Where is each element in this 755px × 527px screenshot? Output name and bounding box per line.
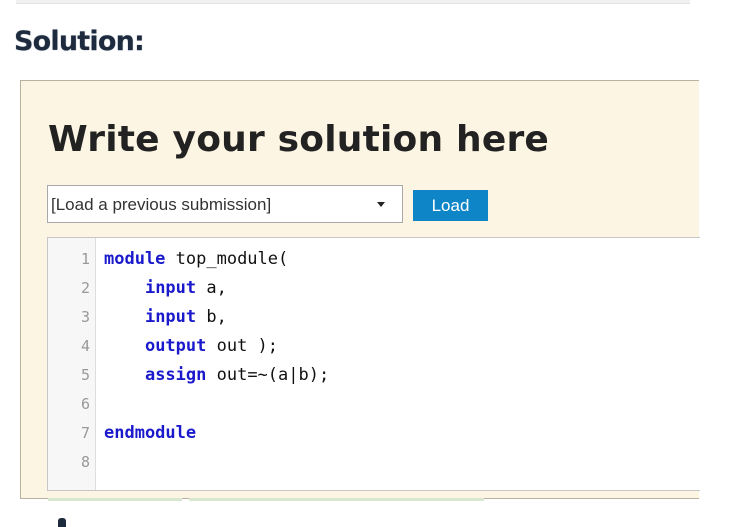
- code-line[interactable]: 4 output out );: [48, 332, 700, 361]
- previous-submission-select-value: [Load a previous submission]: [51, 195, 272, 214]
- code-line[interactable]: 3 input b,: [48, 303, 700, 332]
- line-number: 6: [80, 395, 90, 413]
- bottom-tab-strip: [48, 498, 182, 501]
- code-rest: out );: [206, 336, 279, 356]
- line-number: 3: [80, 308, 90, 326]
- code-text: assign out=~(a|b);: [104, 361, 329, 390]
- code-rest: b,: [196, 307, 227, 327]
- solution-panel: Write your solution here [Load a previou…: [20, 80, 700, 499]
- code-rest: a,: [196, 278, 227, 298]
- next-heading-fragment: [58, 518, 66, 527]
- code-line[interactable]: 5 assign out=~(a|b);: [48, 361, 700, 390]
- code-keyword: output: [144, 336, 207, 356]
- line-number: 7: [80, 424, 90, 442]
- line-number: 8: [80, 453, 90, 471]
- code-keyword: module: [104, 249, 166, 269]
- code-rest: out=~(a|b);: [206, 365, 330, 385]
- code-editor[interactable]: 1 module top_module(2 input a, 3 input b, 4…: [47, 237, 700, 491]
- code-keyword: assign: [144, 365, 207, 385]
- code-line[interactable]: 1 module top_module(: [48, 245, 700, 274]
- code-keyword: endmodule: [104, 423, 197, 443]
- top-divider: [16, 0, 690, 4]
- code-line[interactable]: 2 input a,: [48, 274, 700, 303]
- code-keyword: input: [144, 278, 197, 298]
- load-button[interactable]: Load: [413, 190, 488, 221]
- code-line[interactable]: 6: [48, 390, 700, 419]
- line-number: 4: [80, 337, 90, 355]
- line-number: 5: [80, 366, 90, 384]
- panel-title: Write your solution here: [48, 119, 550, 160]
- previous-submission-select[interactable]: [Load a previous submission]: [47, 185, 403, 223]
- code-text: module top_module(: [104, 245, 288, 274]
- code-rest: top_module(: [165, 249, 289, 269]
- solution-heading: Solution:: [14, 26, 145, 57]
- code-text: input a,: [104, 274, 227, 303]
- code-text: input b,: [104, 303, 227, 332]
- line-number: 2: [80, 279, 90, 297]
- code-text: output out );: [104, 332, 278, 361]
- line-number: 1: [80, 250, 90, 268]
- code-text: endmodule: [104, 419, 196, 448]
- code-keyword: input: [144, 307, 197, 327]
- code-line[interactable]: 7 endmodule: [48, 419, 700, 448]
- bottom-tab-strip: [189, 498, 484, 501]
- code-line[interactable]: 8: [48, 448, 700, 477]
- chevron-down-icon: [377, 202, 385, 207]
